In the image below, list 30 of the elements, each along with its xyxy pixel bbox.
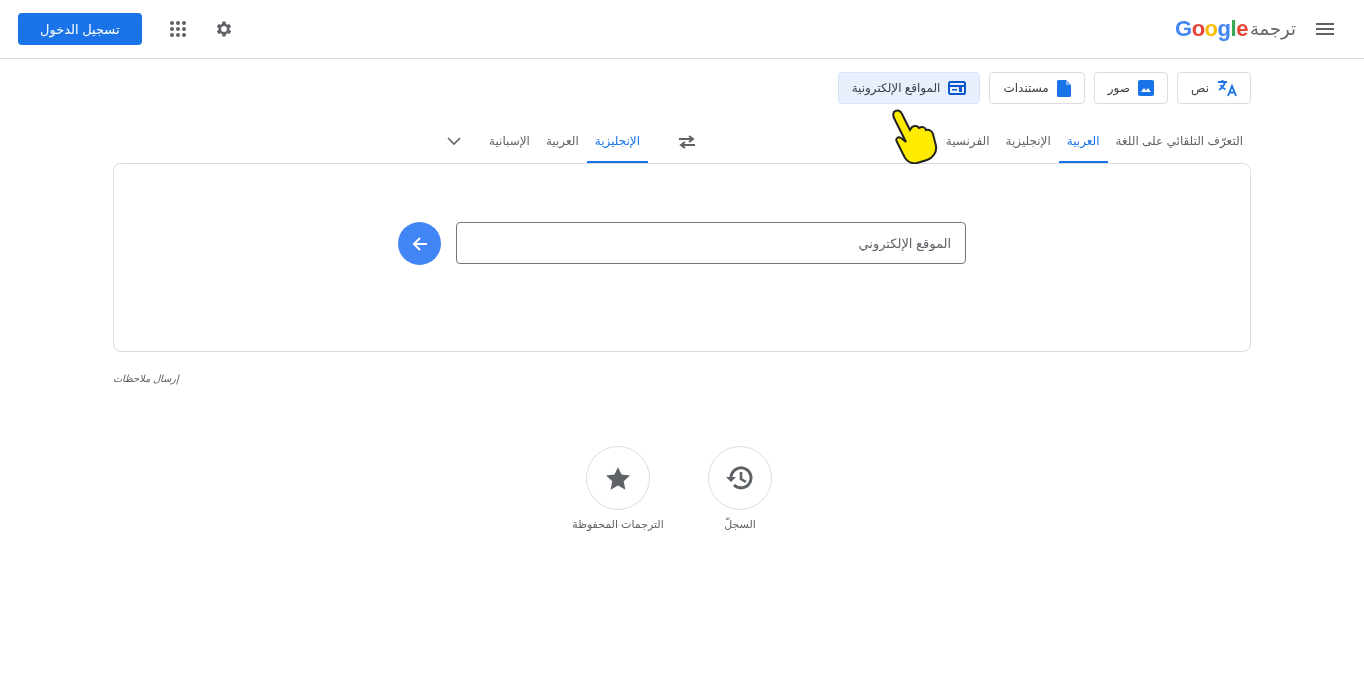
language-tab[interactable]: العربية [537,120,587,163]
star-icon [606,466,630,490]
mode-tab[interactable]: مستندات [989,72,1085,104]
shortcut-label: السجلّ [724,518,756,531]
language-tab[interactable]: الإسبانية [481,120,538,163]
chevron-down-icon[interactable] [447,137,462,146]
send-feedback-link[interactable]: إرسال ملاحظات [113,373,179,384]
go-button[interactable] [398,222,441,265]
web-page-icon [948,81,967,95]
history-icon [726,465,754,491]
logo-wordmark: Google [1175,16,1248,42]
apps-grid-icon[interactable] [169,21,186,37]
image-icon [1137,80,1154,96]
sign-in-button[interactable]: تسجيل الدخول [18,13,142,45]
mode-tab[interactable]: صور [1093,72,1168,104]
language-tab[interactable]: التعرّف التلقائي على اللغة [1107,120,1251,163]
product-name: ترجمة [1249,18,1296,40]
document-icon [1056,79,1071,97]
website-url-field[interactable]: الموقع الإلكتروني [456,222,966,264]
language-tab[interactable]: الإنجليزية [997,120,1059,163]
language-tab[interactable]: الإنجليزية [586,120,648,163]
language-tab[interactable]: الفرنسية [937,120,998,163]
swap-icon[interactable] [678,134,696,149]
shortcut-label: الترجمات المحفوظة [572,518,664,531]
arrow-left-icon [411,235,428,252]
translate-icon [1217,79,1237,97]
mode-tab[interactable]: نص [1176,72,1251,104]
mode-tab[interactable]: المواقع الإلكترونية [837,72,981,104]
menu-icon[interactable] [1316,23,1334,35]
language-tab[interactable]: العربية [1058,120,1108,163]
